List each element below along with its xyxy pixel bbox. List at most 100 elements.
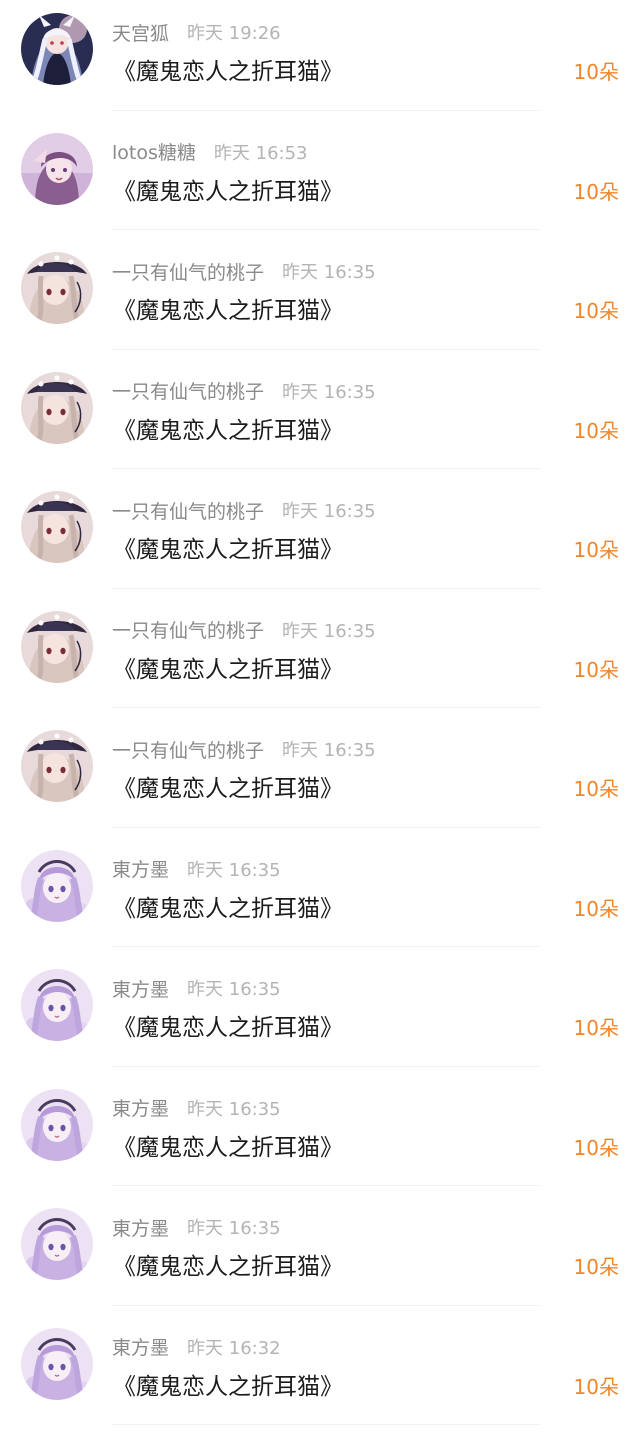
timestamp: 昨天 16:53 (214, 139, 308, 165)
avatar[interactable] (21, 611, 93, 683)
timestamp: 昨天 16:35 (187, 856, 281, 882)
divider (112, 1424, 540, 1425)
purple-girl-avatar (21, 133, 93, 205)
user-name[interactable]: 一只有仙气的桃子 (112, 736, 264, 763)
gift-title: 《魔鬼恋人之折耳猫》 (113, 769, 343, 803)
lavender-girl-avatar (21, 1089, 93, 1161)
timestamp: 昨天 16:35 (282, 258, 376, 284)
divider (112, 229, 540, 230)
item-meta: 東方墨昨天 16:35 (112, 855, 281, 883)
avatar[interactable] (21, 1208, 93, 1280)
item-meta: 東方墨昨天 16:35 (112, 974, 281, 1002)
dark-hat-girl-avatar (21, 491, 93, 563)
list-item[interactable]: 一只有仙气的桃子昨天 16:35《魔鬼恋人之折耳猫》10朵 (0, 598, 640, 718)
divider (112, 110, 540, 111)
gift-amount: 10朵 (574, 893, 619, 922)
avatar[interactable] (21, 252, 93, 324)
gift-title: 《魔鬼恋人之折耳猫》 (113, 530, 343, 564)
list-item[interactable]: 東方墨昨天 16:35 《魔鬼恋人之折耳猫》 10朵 (0, 837, 640, 957)
fox-girl-avatar (21, 13, 93, 85)
item-meta: 一只有仙气的桃子昨天 16:35 (112, 377, 376, 405)
dark-hat-girl-avatar (21, 730, 93, 802)
divider (112, 1185, 540, 1186)
list-item[interactable]: 東方墨昨天 16:35 《魔鬼恋人之折耳猫》 10朵 (0, 956, 640, 1076)
user-name[interactable]: 一只有仙气的桃子 (112, 258, 264, 285)
user-name[interactable]: 一只有仙气的桃子 (112, 377, 264, 404)
gift-title: 《魔鬼恋人之折耳猫》 (113, 172, 343, 206)
user-name[interactable]: 一只有仙气的桃子 (112, 616, 264, 643)
divider (112, 349, 540, 350)
list-item[interactable]: 東方墨昨天 16:35 《魔鬼恋人之折耳猫》 10朵 (0, 1076, 640, 1196)
gift-title: 《魔鬼恋人之折耳猫》 (113, 411, 343, 445)
divider (112, 1066, 540, 1067)
dark-hat-girl-avatar (21, 372, 93, 444)
user-name[interactable]: 一只有仙气的桃子 (112, 497, 264, 524)
divider (112, 827, 540, 828)
gift-amount: 10朵 (574, 773, 619, 802)
dark-hat-girl-avatar (21, 611, 93, 683)
timestamp: 昨天 16:32 (187, 1334, 281, 1360)
gift-title: 《魔鬼恋人之折耳猫》 (113, 1247, 343, 1281)
avatar[interactable] (21, 1089, 93, 1161)
avatar[interactable] (21, 850, 93, 922)
item-meta: 東方墨昨天 16:32 (112, 1333, 281, 1361)
user-name[interactable]: 東方墨 (112, 1214, 169, 1241)
gift-amount: 10朵 (574, 415, 619, 444)
gift-amount: 10朵 (574, 56, 619, 85)
gift-title: 《魔鬼恋人之折耳猫》 (113, 1008, 343, 1042)
lavender-girl-avatar (21, 850, 93, 922)
user-name[interactable]: lotos糖糖 (112, 138, 196, 165)
item-meta: 一只有仙气的桃子昨天 16:35 (112, 496, 376, 524)
avatar[interactable] (21, 372, 93, 444)
list-item[interactable]: 一只有仙气的桃子昨天 16:35 《魔鬼恋人之折耳猫》 10朵 (0, 239, 640, 359)
divider (112, 588, 540, 589)
divider (112, 707, 540, 708)
gift-title: 《魔鬼恋人之折耳猫》 (113, 1367, 343, 1401)
avatar[interactable] (21, 491, 93, 563)
gift-list: 天宫狐昨天 19:26 《魔鬼恋人之折耳猫》 10朵 lotos糖糖昨天 16:53 《… (0, 0, 640, 1434)
gift-title: 《魔鬼恋人之折耳猫》 (113, 291, 343, 325)
list-item[interactable]: lotos糖糖昨天 16:53 《魔鬼恋人之折耳猫》 10朵 (0, 120, 640, 240)
timestamp: 昨天 16:35 (282, 617, 376, 643)
timestamp: 昨天 16:35 (187, 1214, 281, 1240)
gift-amount: 10朵 (574, 295, 619, 324)
gift-amount: 10朵 (574, 176, 619, 205)
user-name[interactable]: 東方墨 (112, 975, 169, 1002)
gift-amount: 10朵 (574, 1251, 619, 1280)
item-meta: 一只有仙气的桃子昨天 16:35 (112, 616, 376, 644)
avatar[interactable] (21, 13, 93, 85)
item-meta: 東方墨昨天 16:35 (112, 1094, 281, 1122)
avatar[interactable] (21, 133, 93, 205)
lavender-girl-avatar (21, 1208, 93, 1280)
gift-title: 《魔鬼恋人之折耳猫》 (113, 52, 343, 86)
item-meta: 東方墨昨天 16:35 (112, 1213, 281, 1241)
avatar[interactable] (21, 1328, 93, 1400)
list-item[interactable]: 天宫狐昨天 19:26 《魔鬼恋人之折耳猫》 10朵 (0, 0, 640, 120)
divider (112, 468, 540, 469)
avatar[interactable] (21, 730, 93, 802)
user-name[interactable]: 天宫狐 (112, 19, 169, 46)
timestamp: 昨天 16:35 (187, 975, 281, 1001)
avatar[interactable] (21, 969, 93, 1041)
gift-title: 《魔鬼恋人之折耳猫》 (113, 889, 343, 923)
list-item[interactable]: 一只有仙气的桃子昨天 16:35《魔鬼恋人之折耳猫》10朵 (0, 478, 640, 598)
timestamp: 昨天 16:35 (187, 1095, 281, 1121)
item-meta: 天宫狐昨天 19:26 (112, 18, 281, 46)
lavender-girl-avatar (21, 969, 93, 1041)
user-name[interactable]: 東方墨 (112, 855, 169, 882)
item-meta: 一只有仙气的桃子昨天 16:35 (112, 735, 376, 763)
timestamp: 昨天 16:35 (282, 378, 376, 404)
timestamp: 昨天 16:35 (282, 736, 376, 762)
user-name[interactable]: 東方墨 (112, 1333, 169, 1360)
list-item[interactable]: 東方墨昨天 16:35 《魔鬼恋人之折耳猫》 10朵 (0, 1195, 640, 1315)
divider (112, 1305, 540, 1306)
gift-title: 《魔鬼恋人之折耳猫》 (113, 1128, 343, 1162)
list-item[interactable]: 東方墨昨天 16:32《魔鬼恋人之折耳猫》10朵 (0, 1315, 640, 1434)
list-item[interactable]: 一只有仙气的桃子昨天 16:35 《魔鬼恋人之折耳猫》 10朵 (0, 717, 640, 837)
gift-amount: 10朵 (574, 1132, 619, 1161)
item-meta: lotos糖糖昨天 16:53 (112, 138, 308, 166)
gift-amount: 10朵 (574, 1012, 619, 1041)
user-name[interactable]: 東方墨 (112, 1094, 169, 1121)
list-item[interactable]: 一只有仙气的桃子昨天 16:35 《魔鬼恋人之折耳猫》 10朵 (0, 359, 640, 479)
lavender-girl-avatar (21, 1328, 93, 1400)
